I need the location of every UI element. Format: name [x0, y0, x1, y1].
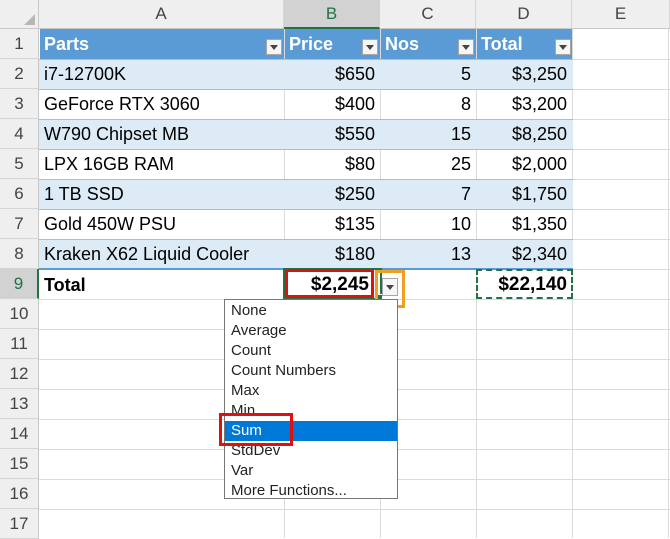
row-header[interactable]: 10 — [0, 299, 39, 329]
cell-parts[interactable]: 1 TB SSD — [39, 179, 284, 209]
filter-button-price[interactable] — [362, 39, 378, 55]
cell-parts[interactable]: LPX 16GB RAM — [39, 149, 284, 179]
filter-button-parts[interactable] — [266, 39, 282, 55]
row-header[interactable]: 17 — [0, 509, 39, 539]
cell-price[interactable]: $180 — [284, 239, 380, 269]
copy-marquee — [476, 269, 573, 299]
table-header-label: Total — [481, 33, 523, 54]
row-header[interactable]: 11 — [0, 329, 39, 359]
cell-price[interactable]: $400 — [284, 89, 380, 119]
total-function-dropdown[interactable]: None Average Count Count Numbers Max Min… — [224, 299, 398, 499]
filter-arrow-icon — [462, 44, 470, 50]
cell-price[interactable]: $550 — [284, 119, 380, 149]
cell-parts[interactable]: Gold 450W PSU — [39, 209, 284, 239]
dropdown-option-max[interactable]: Max — [225, 381, 397, 401]
column-header-b[interactable]: B — [284, 0, 380, 29]
cell-total[interactable]: $2,000 — [476, 149, 572, 179]
table-header-label: Nos — [385, 33, 420, 54]
cell-nos[interactable]: 25 — [380, 149, 476, 179]
row-header[interactable]: 13 — [0, 389, 39, 419]
cell-parts[interactable]: Kraken X62 Liquid Cooler — [39, 239, 284, 269]
cell-price[interactable]: $650 — [284, 59, 380, 89]
dropdown-option-none[interactable]: None — [225, 301, 397, 321]
cell-total[interactable]: $3,200 — [476, 89, 572, 119]
cell-nos[interactable]: 8 — [380, 89, 476, 119]
cell-total[interactable]: $2,340 — [476, 239, 572, 269]
table-header-parts: Parts — [40, 29, 284, 59]
cell-total[interactable]: $1,750 — [476, 179, 572, 209]
dropdown-option-count[interactable]: Count — [225, 341, 397, 361]
cell-nos[interactable]: 13 — [380, 239, 476, 269]
row-header[interactable]: 14 — [0, 419, 39, 449]
filter-arrow-icon — [559, 44, 567, 50]
cell-total[interactable]: $3,250 — [476, 59, 572, 89]
row-header[interactable]: 7 — [0, 209, 39, 239]
cell-parts[interactable]: GeForce RTX 3060 — [39, 89, 284, 119]
total-function-dropdown-button[interactable] — [382, 278, 398, 296]
cell-nos[interactable]: 5 — [380, 59, 476, 89]
cell-parts[interactable]: i7-12700K — [39, 59, 284, 89]
total-row-label[interactable]: Total — [39, 270, 284, 300]
column-header-d[interactable]: D — [476, 0, 572, 29]
table-header-label: Parts — [44, 33, 90, 54]
row-header[interactable]: 1 — [0, 29, 39, 59]
row-header[interactable]: 15 — [0, 449, 39, 479]
filter-button-total[interactable] — [555, 39, 571, 55]
cell-nos[interactable]: 7 — [380, 179, 476, 209]
filter-arrow-icon — [366, 44, 374, 50]
dropdown-option-var[interactable]: Var — [225, 461, 397, 481]
cell-nos[interactable]: 15 — [380, 119, 476, 149]
column-header-a[interactable]: A — [39, 0, 284, 29]
row-header[interactable]: 6 — [0, 179, 39, 209]
cell-price[interactable]: $250 — [284, 179, 380, 209]
row-header[interactable]: 3 — [0, 89, 39, 119]
table-header-label: Price — [289, 33, 334, 54]
row-header[interactable]: 8 — [0, 239, 39, 269]
row-header[interactable]: 16 — [0, 479, 39, 509]
column-header-c[interactable]: C — [380, 0, 476, 29]
row-header[interactable]: 2 — [0, 59, 39, 89]
row-header[interactable]: 9 — [0, 269, 39, 299]
red-annotation-box — [219, 413, 293, 446]
filter-arrow-icon — [270, 44, 278, 50]
dropdown-option-count-numbers[interactable]: Count Numbers — [225, 361, 397, 381]
row-header[interactable]: 5 — [0, 149, 39, 179]
cell-price[interactable]: $80 — [284, 149, 380, 179]
cell-price[interactable]: $135 — [284, 209, 380, 239]
cell-parts[interactable]: W790 Chipset MB — [39, 119, 284, 149]
row-header[interactable]: 4 — [0, 119, 39, 149]
select-all-corner[interactable] — [0, 0, 39, 29]
cell-total[interactable]: $8,250 — [476, 119, 572, 149]
dropdown-option-more-functions[interactable]: More Functions... — [225, 481, 397, 501]
row-header[interactable]: 12 — [0, 359, 39, 389]
cell-total[interactable]: $1,350 — [476, 209, 572, 239]
chevron-down-icon — [386, 284, 394, 290]
filter-button-nos[interactable] — [458, 39, 474, 55]
cell-nos[interactable]: 10 — [380, 209, 476, 239]
dropdown-option-average[interactable]: Average — [225, 321, 397, 341]
column-header-e[interactable]: E — [572, 0, 670, 29]
red-annotation-box — [285, 269, 374, 298]
